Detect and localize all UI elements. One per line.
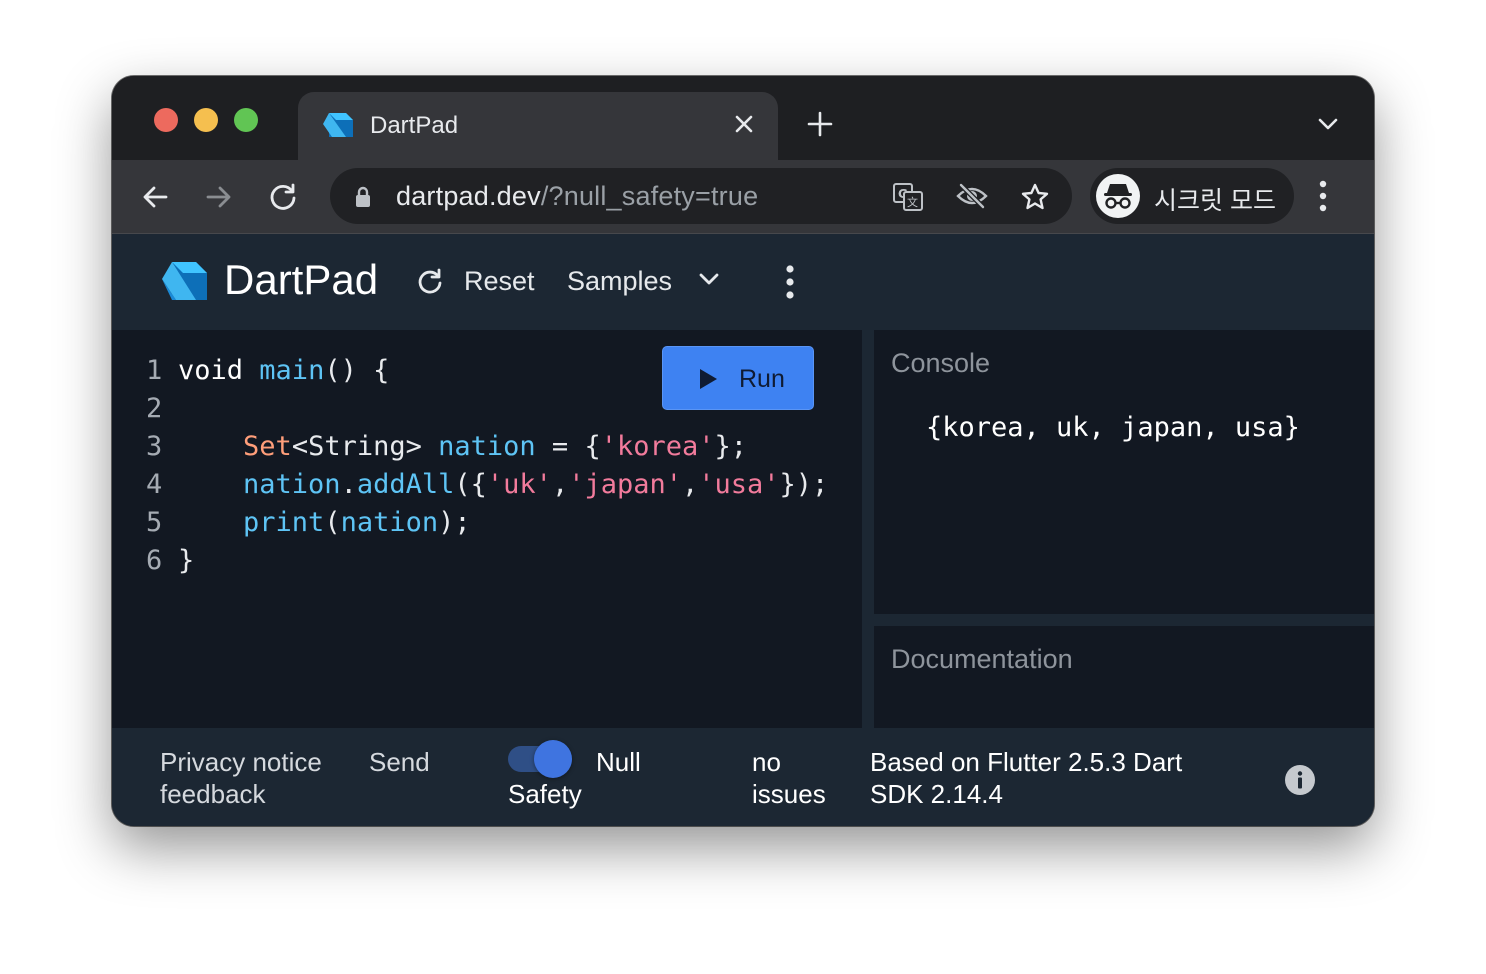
- line-number: 3: [146, 431, 163, 462]
- info-icon[interactable]: [1284, 764, 1316, 801]
- maximize-window-button[interactable]: [234, 108, 258, 132]
- panel-divider[interactable]: [874, 614, 1374, 626]
- documentation-title: Documentation: [891, 644, 1073, 674]
- translate-icon[interactable]: G文: [892, 182, 924, 217]
- code-token: 'korea': [600, 431, 715, 462]
- chevron-down-icon[interactable]: [698, 272, 720, 291]
- pane-divider[interactable]: [862, 330, 874, 728]
- kebab-menu-icon[interactable]: [1318, 178, 1328, 219]
- code-token: () {: [324, 355, 390, 386]
- code-token: }: [178, 545, 195, 576]
- run-label: Run: [739, 365, 785, 393]
- code-token: void: [178, 355, 244, 386]
- status-bar: Privacy notice feedback Send Null Safety…: [112, 728, 1374, 826]
- incognito-label: 시크릿 모드: [1154, 187, 1276, 215]
- line-number: 6: [146, 545, 163, 576]
- code-token: Set: [243, 431, 292, 462]
- play-icon: [697, 367, 719, 396]
- star-icon[interactable]: [1020, 182, 1050, 217]
- close-icon[interactable]: [732, 112, 756, 141]
- line-number: 1: [146, 355, 163, 386]
- code-token: (: [324, 507, 341, 538]
- code-token: = {: [535, 431, 601, 462]
- console-output: {korea, uk, japan, usa}: [926, 412, 1300, 443]
- null-safety-toggle[interactable]: [508, 740, 574, 778]
- documentation-panel: Documentation: [874, 626, 1374, 728]
- code-token: 'usa': [698, 469, 780, 500]
- dartpad-title[interactable]: DartPad: [224, 256, 378, 304]
- code-token: );: [438, 507, 471, 538]
- line-number: 5: [146, 507, 163, 538]
- tab-strip: DartPad: [112, 76, 1374, 160]
- lock-icon[interactable]: [354, 186, 372, 213]
- plus-icon[interactable]: [806, 110, 834, 143]
- url-text[interactable]: dartpad.dev/?null_safety=true: [396, 181, 758, 212]
- samples-dropdown[interactable]: Samples: [567, 266, 672, 297]
- minimize-window-button[interactable]: [194, 108, 218, 132]
- null-safety-label-2: Safety: [508, 779, 582, 809]
- reset-button[interactable]: Reset: [464, 266, 535, 297]
- dartpad-header: DartPad Reset Samples: [112, 234, 1374, 330]
- code-token: print: [243, 507, 325, 538]
- privacy-notice-link[interactable]: Privacy notice: [160, 746, 322, 778]
- chevron-down-icon[interactable]: [1316, 116, 1340, 137]
- close-window-button[interactable]: [154, 108, 178, 132]
- browser-window: DartPad dartpad.dev/?null_safety=true G …: [112, 76, 1374, 826]
- version-info-2: SDK 2.14.4: [870, 779, 1003, 809]
- reload-icon[interactable]: [268, 182, 298, 217]
- console-title: Console: [891, 348, 991, 378]
- incognito-profile-chip[interactable]: 시크릿 모드: [1090, 168, 1294, 224]
- browser-toolbar: dartpad.dev/?null_safety=true G文 시크릿 모드: [112, 160, 1374, 234]
- code-line[interactable]: 4 nation.addAll({'uk','japan','usa'});: [146, 466, 828, 504]
- code-token: ,: [682, 469, 699, 500]
- svg-text:文: 文: [907, 195, 918, 209]
- tab-dartpad[interactable]: DartPad: [298, 92, 778, 160]
- line-number: 2: [146, 393, 163, 424]
- code-token: });: [779, 469, 829, 500]
- issues-count[interactable]: no: [752, 746, 781, 778]
- eye-off-icon[interactable]: [956, 182, 988, 215]
- version-info: Based on Flutter 2.5.3 Dart: [870, 747, 1183, 777]
- code-token: 'japan': [568, 469, 682, 500]
- null-safety-label: Null: [596, 747, 641, 777]
- code-token: main: [259, 355, 325, 386]
- toggle-knob: [534, 740, 572, 778]
- code-token: ({: [454, 469, 487, 500]
- forward-arrow-icon[interactable]: [204, 182, 234, 217]
- code-token: .: [340, 469, 357, 500]
- dart-logo-icon[interactable]: [160, 258, 210, 313]
- run-button[interactable]: Run: [662, 346, 814, 410]
- code-token: <String>: [291, 431, 439, 462]
- code-line[interactable]: 6}: [146, 542, 828, 580]
- send-feedback-link[interactable]: feedback: [160, 778, 266, 810]
- code-line[interactable]: 3 Set<String> nation = {'korea'};: [146, 428, 828, 466]
- kebab-menu-icon[interactable]: [784, 264, 796, 305]
- line-number: 4: [146, 469, 163, 500]
- incognito-icon: [1096, 174, 1140, 218]
- code-token: };: [714, 431, 748, 462]
- address-bar[interactable]: dartpad.dev/?null_safety=true G文: [330, 168, 1072, 224]
- code-line[interactable]: 5 print(nation);: [146, 504, 828, 542]
- back-arrow-icon[interactable]: [140, 182, 170, 217]
- dart-logo-icon: [322, 110, 354, 147]
- issues-label[interactable]: issues: [752, 778, 826, 810]
- code-token: ,: [551, 469, 569, 500]
- code-token: 'uk': [486, 469, 552, 500]
- code-token: nation: [340, 507, 439, 538]
- tab-title: DartPad: [370, 112, 459, 139]
- code-editor[interactable]: 1 void main() {2 3 Set<String> nation = {'…: [112, 330, 862, 728]
- code-token: nation: [243, 469, 341, 500]
- reload-icon[interactable]: [416, 268, 444, 301]
- code-token: addAll: [356, 469, 455, 500]
- console-panel: Console {korea, uk, japan, usa}: [874, 330, 1374, 614]
- send-feedback-link-send[interactable]: Send: [369, 746, 430, 778]
- code-token: nation: [438, 431, 536, 462]
